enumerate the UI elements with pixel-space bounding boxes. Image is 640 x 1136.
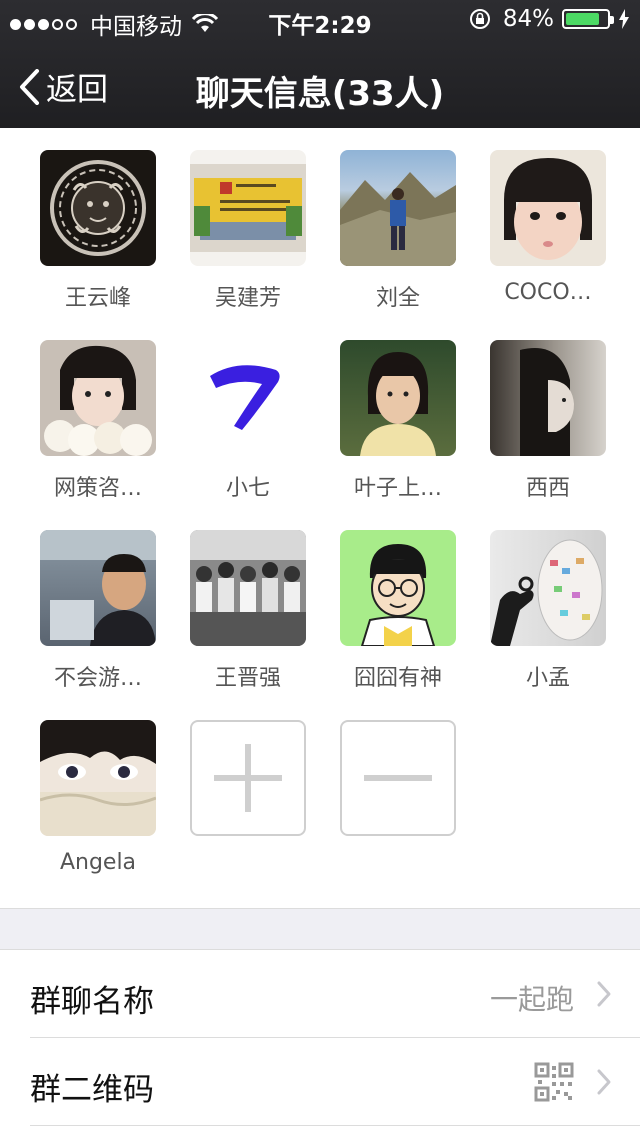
avatar <box>490 340 606 456</box>
avatar <box>40 150 156 266</box>
member-name: COCO… <box>504 280 592 305</box>
chevron-right-icon <box>597 1069 611 1095</box>
group-name-row[interactable]: 群聊名称 一起跑 <box>0 950 640 1038</box>
avatar <box>40 720 156 836</box>
member-name: 吴建芳 <box>214 286 281 311</box>
avatar <box>340 530 456 646</box>
member-item[interactable]: Angela <box>23 720 173 875</box>
member-item[interactable]: 叶子上… <box>323 340 473 502</box>
member-item[interactable]: 西西 <box>473 340 623 502</box>
status-bar: 中国移动 下午2:29 84% <box>0 0 640 40</box>
row-divider <box>30 1125 640 1126</box>
group-name-value: 一起跑 <box>489 983 574 1016</box>
remove-member-button[interactable] <box>323 720 473 836</box>
member-name: 囧囧有神 <box>353 666 442 691</box>
section-divider <box>0 908 640 950</box>
avatar <box>190 530 306 646</box>
member-name: 小孟 <box>525 666 570 691</box>
member-grid: 王云峰 吴建芳 刘全 COCO… 网策咨… 小七 叶子上… 西西 不会游… 王晋… <box>0 128 640 908</box>
member-item[interactable]: 刘全 <box>323 150 473 312</box>
member-item[interactable]: 王云峰 <box>23 150 173 312</box>
chevron-right-icon <box>597 981 611 1007</box>
group-qr-code-row[interactable]: 群二维码 <box>0 1038 640 1126</box>
qr-code-icon <box>534 1062 574 1102</box>
top-bar: 中国移动 下午2:29 84% 返回 聊天信息(33人) <box>0 0 640 128</box>
member-name: 刘全 <box>375 286 420 311</box>
minus-icon <box>340 720 456 836</box>
member-item[interactable]: 小孟 <box>473 530 623 692</box>
avatar <box>340 150 456 266</box>
avatar <box>190 340 306 456</box>
avatar <box>40 340 156 456</box>
member-item[interactable]: 囧囧有神 <box>323 530 473 692</box>
add-member-button[interactable] <box>173 720 323 836</box>
charging-icon <box>619 9 629 29</box>
member-item[interactable]: COCO… <box>473 150 623 305</box>
battery-percent: 84% <box>502 6 554 32</box>
member-name: 小七 <box>225 476 270 501</box>
battery-icon <box>562 9 614 29</box>
member-name: Angela <box>59 850 137 875</box>
avatar <box>190 150 306 266</box>
member-name: 西西 <box>525 476 570 501</box>
page-title: 聊天信息(33人) <box>195 74 445 114</box>
group-name-label: 群聊名称 <box>30 984 154 1020</box>
member-name: 网策咨… <box>53 476 142 501</box>
member-item[interactable]: 吴建芳 <box>173 150 323 312</box>
member-item[interactable]: 小七 <box>173 340 323 502</box>
rotation-lock-icon <box>469 9 490 29</box>
avatar <box>490 150 606 266</box>
avatar <box>40 530 156 646</box>
member-name: 叶子上… <box>353 476 442 501</box>
member-item[interactable]: 网策咨… <box>23 340 173 502</box>
member-name: 王晋强 <box>214 666 281 691</box>
nav-bar: 返回 聊天信息(33人) <box>0 40 640 128</box>
plus-icon <box>190 720 306 836</box>
member-name: 不会游… <box>53 666 142 691</box>
member-item[interactable]: 不会游… <box>23 530 173 692</box>
member-item[interactable]: 王晋强 <box>173 530 323 692</box>
group-qr-code-label: 群二维码 <box>30 1072 154 1108</box>
avatar <box>340 340 456 456</box>
avatar <box>490 530 606 646</box>
member-name: 王云峰 <box>64 286 131 311</box>
